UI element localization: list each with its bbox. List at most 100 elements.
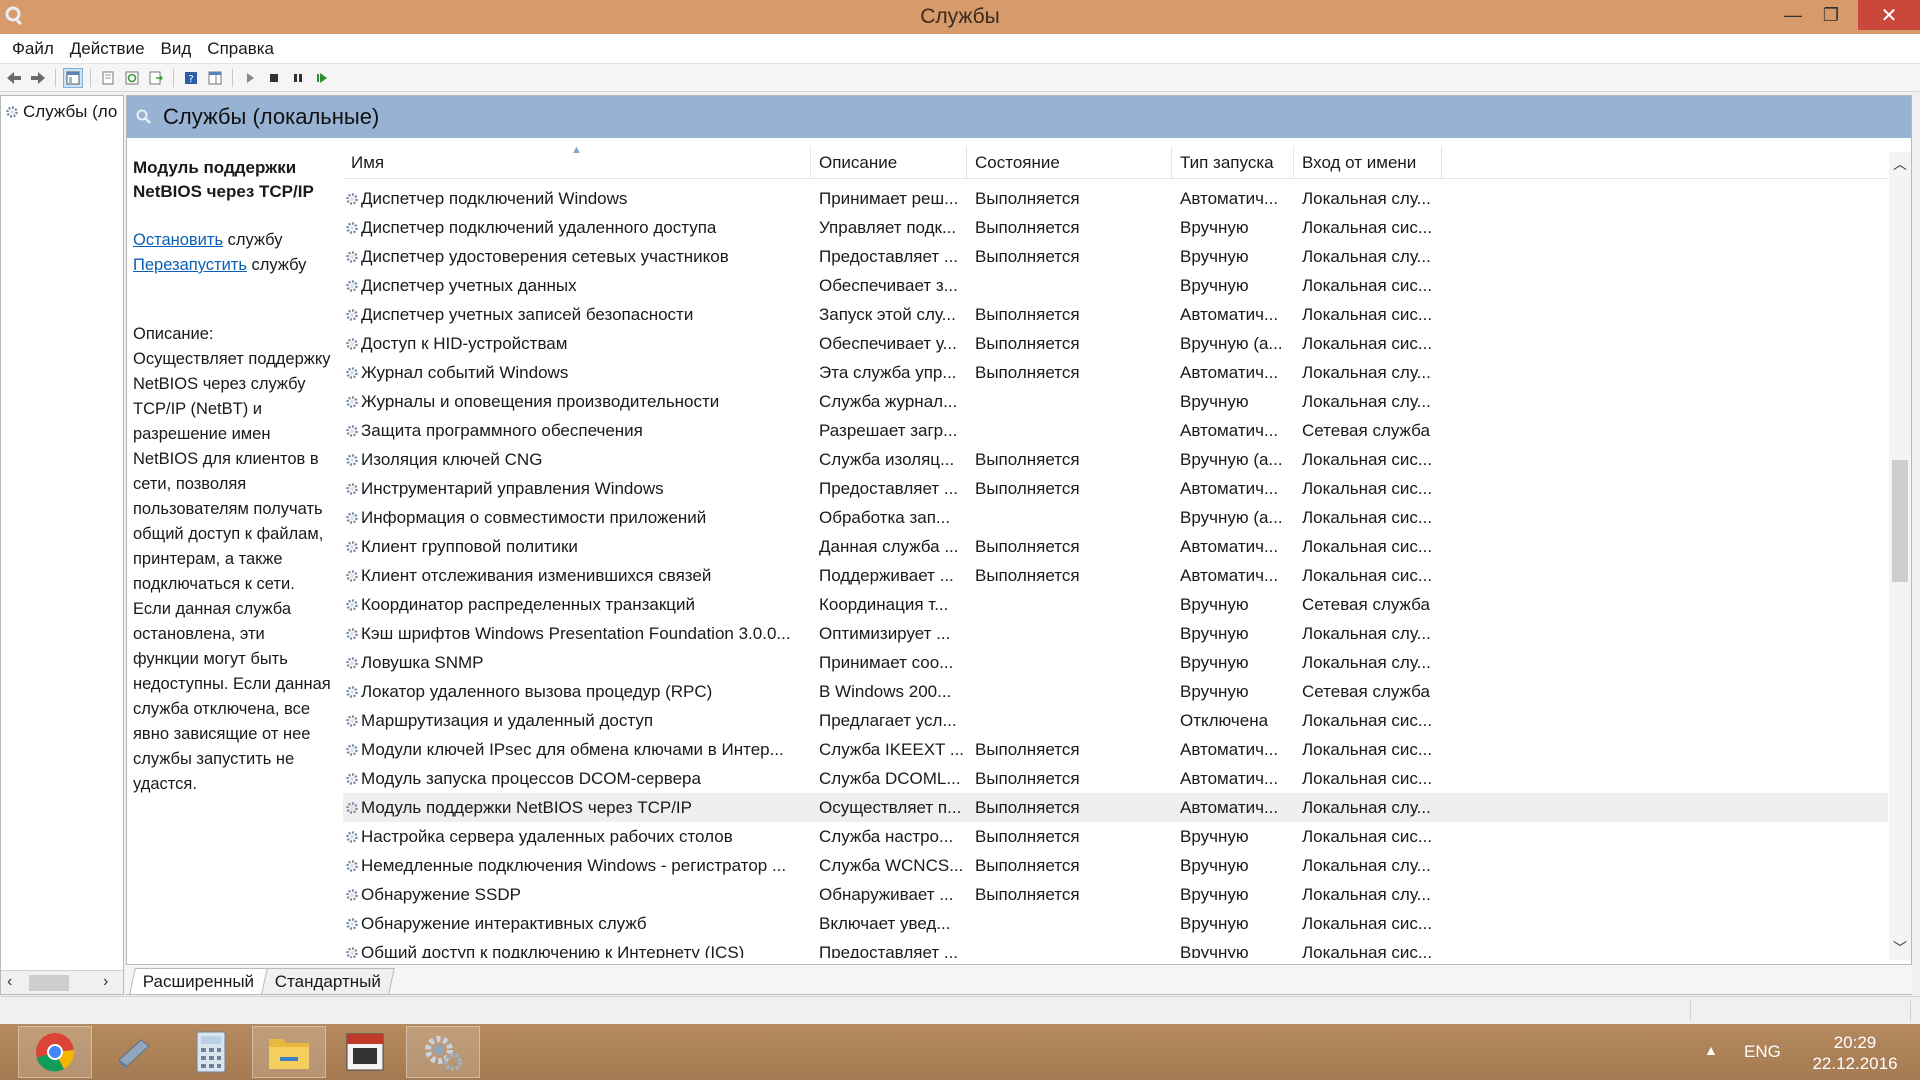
tab-extended[interactable]: Расширенный	[129, 968, 269, 994]
service-startup-type: Отключена	[1180, 711, 1269, 730]
stop-service-link[interactable]: Остановить	[133, 231, 223, 249]
table-row[interactable]: Диспетчер подключений Windows Принимает р…	[343, 184, 1888, 213]
taskbar-chrome[interactable]	[18, 1026, 92, 1078]
scroll-down-icon[interactable]: ﹀	[1893, 938, 1907, 958]
service-name: Инструментарий управления Windows	[343, 474, 811, 503]
table-row[interactable]: Координатор распределенных транзакций Коо…	[343, 590, 1888, 619]
menu-help[interactable]: Справка	[199, 39, 282, 59]
table-row[interactable]: Кэш шрифтов Windows Presentation Foundat…	[343, 619, 1888, 648]
start-service-icon[interactable]	[240, 68, 260, 88]
restart-service-link[interactable]: Перезапустить	[133, 256, 247, 274]
gear-icon	[346, 714, 358, 727]
service-status: Выполняется	[975, 740, 1080, 759]
table-row[interactable]: Модуль поддержки NetBIOS через TCP/IP Осу…	[343, 793, 1888, 822]
gear-icon	[346, 453, 358, 466]
table-row[interactable]: Общий доступ к подключению к Интернету (…	[343, 938, 1888, 958]
service-status: Выполняется	[975, 363, 1080, 382]
tab-standard[interactable]: Стандартный	[261, 968, 396, 994]
scroll-thumb[interactable]	[29, 975, 69, 991]
table-row[interactable]: Журналы и оповещения производительности С…	[343, 387, 1888, 416]
input-language[interactable]: ENG	[1744, 1042, 1781, 1062]
table-row[interactable]: Немедленные подключения Windows - регист…	[343, 851, 1888, 880]
service-name: Координатор распределенных транзакций	[343, 590, 811, 619]
show-hidden-icons-icon[interactable]: ▲	[1704, 1042, 1718, 1058]
table-row[interactable]: Доступ к HID-устройствам Обеспечивает у..…	[343, 329, 1888, 358]
column-header-status[interactable]: Состояние	[967, 146, 1172, 179]
service-name-text: Настройка сервера удаленных рабочих стол…	[361, 827, 733, 846]
service-log-on-as: Сетевая служба	[1302, 595, 1430, 614]
refresh-icon[interactable]	[122, 68, 142, 88]
menu-action[interactable]: Действие	[62, 39, 153, 59]
menu-file[interactable]: Файл	[4, 39, 62, 59]
tree-horizontal-scrollbar[interactable]: ‹ ›	[1, 970, 123, 994]
service-name: Немедленные подключения Windows - регист…	[343, 851, 811, 880]
table-row[interactable]: Защита программного обеспечения Разрешает…	[343, 416, 1888, 445]
service-name: Модуль поддержки NetBIOS через TCP/IP	[343, 793, 811, 822]
menu-view[interactable]: Вид	[153, 39, 200, 59]
service-description-cell: Поддерживает ...	[819, 566, 954, 585]
maximize-button[interactable]: ❐	[1808, 0, 1854, 30]
table-row[interactable]: Локатор удаленного вызова процедур (RPC)…	[343, 677, 1888, 706]
table-row[interactable]: Модули ключей IPsec для обмена ключами в…	[343, 735, 1888, 764]
restart-suffix: службу	[246, 256, 307, 274]
table-row[interactable]: Диспетчер учетных данных Обеспечивает з..…	[343, 271, 1888, 300]
table-row[interactable]: Обнаружение SSDP Обнаруживает ... Выполняе…	[343, 880, 1888, 909]
table-row[interactable]: Модуль запуска процессов DCOM-сервера Слу…	[343, 764, 1888, 793]
table-row[interactable]: Изоляция ключей CNG Служба изоляц... Выпол…	[343, 445, 1888, 474]
table-row[interactable]: Клиент групповой политики Данная служба .…	[343, 532, 1888, 561]
taskbar-calendar[interactable]	[328, 1026, 402, 1078]
console-tree-icon[interactable]	[63, 67, 83, 88]
service-log-on-as: Локальная сис...	[1302, 450, 1433, 469]
table-row[interactable]: Журнал событий Windows Эта служба упр... В…	[343, 358, 1888, 387]
column-header-log-on-as[interactable]: Вход от имени	[1294, 146, 1442, 179]
clock[interactable]: 20:29 22.12.2016	[1800, 1032, 1910, 1074]
chrome-icon	[36, 1033, 75, 1072]
tree-item-services-local[interactable]: Службы (ло	[5, 102, 117, 122]
table-row[interactable]: Инструментарий управления Windows Предост…	[343, 474, 1888, 503]
toolbar: ?	[0, 64, 1920, 92]
pause-service-icon[interactable]	[288, 68, 308, 88]
column-header-name[interactable]: Имя ▲	[343, 146, 811, 179]
table-vertical-scrollbar[interactable]: ︿ ﹀	[1889, 152, 1911, 960]
table-row[interactable]: Обнаружение интерактивных служб Включает …	[343, 909, 1888, 938]
service-status	[967, 648, 1172, 677]
taskbar-services[interactable]	[406, 1026, 480, 1078]
close-button[interactable]: ✕	[1858, 0, 1920, 30]
restart-service-icon[interactable]	[312, 68, 332, 88]
show-hide-action-pane-icon[interactable]	[205, 68, 225, 88]
column-header-startup-type[interactable]: Тип запуска	[1172, 146, 1294, 179]
table-row[interactable]: Маршрутизация и удаленный доступ Предлага…	[343, 706, 1888, 735]
calculator-icon	[196, 1031, 226, 1073]
help-icon[interactable]: ?	[181, 68, 201, 88]
scroll-right-icon[interactable]: ›	[103, 973, 108, 991]
gear-icon	[346, 221, 358, 234]
taskbar-file-explorer[interactable]	[252, 1026, 326, 1078]
service-description-cell: Служба настро...	[819, 827, 954, 846]
table-row[interactable]: Настройка сервера удаленных рабочих стол…	[343, 822, 1888, 851]
table-row[interactable]: Ловушка SNMP Принимает соо... Вручную Локал…	[343, 648, 1888, 677]
scroll-up-icon[interactable]: ︿	[1893, 154, 1907, 174]
stop-service-icon[interactable]	[264, 68, 284, 88]
export-list-icon[interactable]	[146, 68, 166, 88]
forward-icon[interactable]	[28, 68, 48, 88]
service-name-text: Модуль запуска процессов DCOM-сервера	[361, 769, 701, 788]
table-row[interactable]: Клиент отслеживания изменившихся связей П…	[343, 561, 1888, 590]
service-description-cell: Обработка зап...	[819, 508, 951, 527]
properties-icon[interactable]	[98, 68, 118, 88]
table-row[interactable]: Диспетчер подключений удаленного доступа…	[343, 213, 1888, 242]
scroll-thumb[interactable]	[1892, 460, 1908, 582]
service-startup-type: Вручную	[1180, 885, 1249, 904]
service-status: Выполняется	[975, 856, 1080, 875]
gear-icon	[346, 250, 358, 263]
taskbar-drive[interactable]	[96, 1026, 170, 1078]
table-row[interactable]: Диспетчер удостоверения сетевых участник…	[343, 242, 1888, 271]
back-icon[interactable]	[4, 68, 24, 88]
service-name-text: Маршрутизация и удаленный доступ	[361, 711, 654, 730]
column-header-description[interactable]: Описание	[811, 146, 967, 179]
service-status: Выполняется	[975, 827, 1080, 846]
table-row[interactable]: Информация о совместимости приложений Обр…	[343, 503, 1888, 532]
service-log-on-as: Локальная слу...	[1302, 392, 1431, 411]
table-row[interactable]: Диспетчер учетных записей безопасности За…	[343, 300, 1888, 329]
taskbar-calculator[interactable]	[174, 1026, 248, 1078]
scroll-left-icon[interactable]: ‹	[7, 973, 12, 991]
